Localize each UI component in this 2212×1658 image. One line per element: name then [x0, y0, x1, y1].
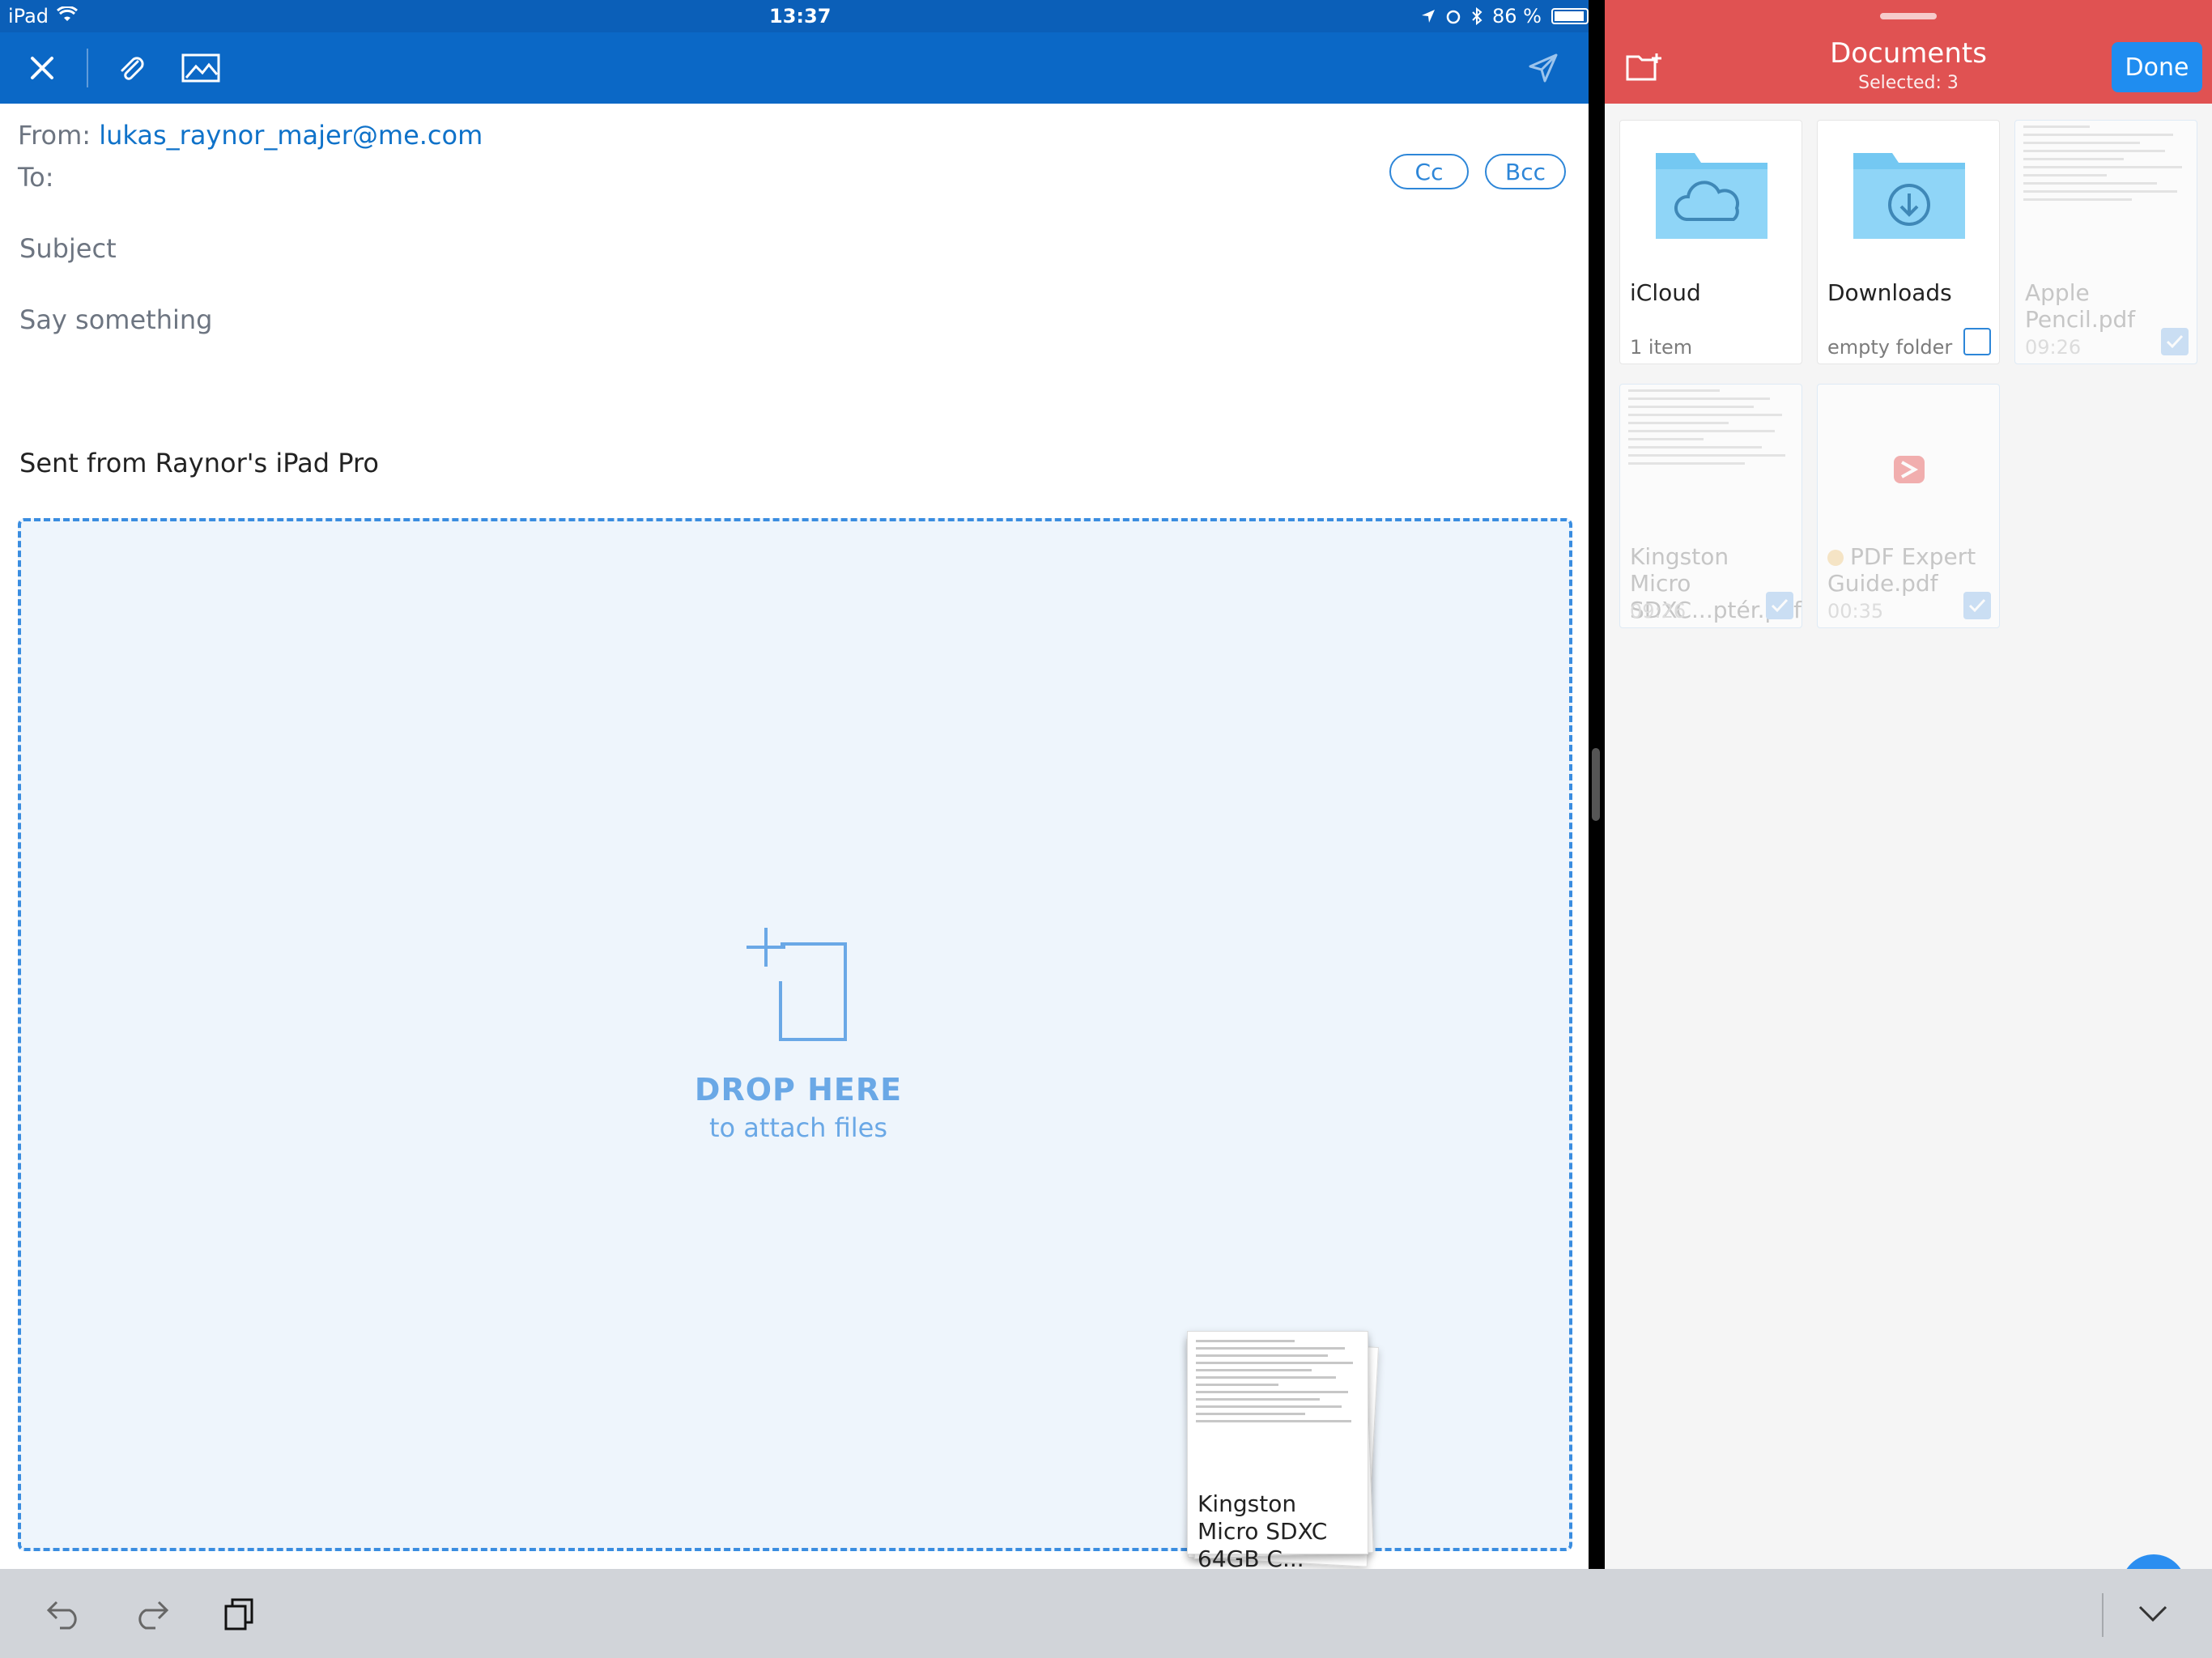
battery-percent: 86 % — [1492, 5, 1542, 28]
toolbar-divider — [87, 49, 88, 87]
to-label[interactable]: To: — [18, 162, 53, 193]
drop-zone[interactable]: DROP HERE to attach files Kingston Micro… — [18, 518, 1572, 1572]
status-left: iPad — [8, 5, 79, 28]
body-field[interactable]: Say something — [19, 304, 212, 335]
checkmark-icon — [1771, 598, 1789, 613]
close-button[interactable] — [21, 47, 63, 89]
status-bar: iPad 13:37 86 % — [0, 0, 1592, 32]
split-view-handle[interactable] — [1592, 748, 1600, 821]
file-name: iCloud — [1630, 279, 1701, 306]
from-address[interactable]: lukas_raynor_majer@me.com — [99, 120, 483, 151]
download-icon — [1853, 153, 1965, 239]
alarm-icon — [1446, 10, 1461, 24]
status-time: 13:37 — [769, 5, 832, 28]
file-name: Downloads — [1827, 279, 1952, 306]
add-file-icon — [747, 928, 847, 1041]
signature: Sent from Raynor's iPad Pro — [19, 448, 379, 478]
send-icon — [1529, 53, 1558, 83]
file-tile-downloads[interactable]: Downloads empty folder — [1817, 120, 2000, 364]
redo-button[interactable] — [130, 1593, 173, 1634]
paperclip-icon — [121, 57, 144, 80]
subject-field[interactable]: Subject — [19, 233, 117, 264]
tag-dot — [1827, 550, 1844, 566]
file-name: PDF Expert Guide.pdf — [1827, 543, 1993, 597]
file-name-text: PDF Expert Guide.pdf — [1827, 543, 1976, 597]
undo-button[interactable] — [42, 1593, 86, 1634]
select-checkbox[interactable] — [1963, 328, 1991, 355]
pdf-thumbnail — [2023, 125, 2190, 247]
from-label: From: — [18, 120, 91, 151]
cc-button[interactable]: Cc — [1389, 154, 1469, 189]
documents-pane: Documents Selected: 3 Done iCloud 1 item… — [1605, 0, 2212, 1569]
location-icon — [1422, 10, 1436, 23]
file-meta: empty folder — [1827, 336, 1953, 359]
wifi-icon — [57, 5, 79, 28]
checkmark-icon — [2166, 334, 2184, 349]
cloud-icon — [1656, 153, 1767, 239]
close-icon — [31, 57, 53, 79]
pdf-thumbnail — [1628, 389, 1795, 511]
image-icon — [181, 53, 220, 83]
keyboard-shortcut-bar — [0, 1569, 2212, 1658]
bcc-button[interactable]: Bcc — [1485, 154, 1566, 189]
drop-subtitle: to attach files — [708, 1112, 888, 1143]
attach-button[interactable] — [110, 47, 152, 89]
file-meta: 00:35 — [1827, 600, 1884, 623]
file-meta: 1 item — [1630, 336, 1693, 359]
file-tile-apple-pencil[interactable]: Apple Pencil.pdf 09:26 — [2014, 120, 2197, 364]
insert-image-button[interactable] — [180, 47, 222, 89]
dismiss-keyboard-button[interactable] — [2131, 1593, 2175, 1634]
send-button[interactable] — [1522, 47, 1564, 89]
file-tile-icloud[interactable]: iCloud 1 item — [1619, 120, 1802, 364]
bottom-bar-divider — [2102, 1593, 2104, 1637]
select-checkbox[interactable] — [1766, 592, 1793, 619]
dragged-document-label: Kingston Micro SDXC 64GB C... — [1197, 1490, 1328, 1572]
document-sheet: Kingston Micro SDXC 64GB C... — [1187, 1331, 1368, 1572]
from-row[interactable]: From: lukas_raynor_majer@me.com — [18, 120, 483, 151]
select-checkbox[interactable] — [1963, 592, 1991, 619]
paste-button[interactable] — [217, 1593, 261, 1634]
battery-icon — [1551, 8, 1592, 24]
file-tile-pdf-expert-guide[interactable]: PDF Expert Guide.pdf 00:35 — [1817, 384, 2000, 628]
checkmark-icon — [1968, 598, 1986, 613]
drop-title: DROP HERE — [694, 1072, 903, 1107]
bluetooth-icon — [1472, 7, 1482, 25]
file-tile-kingston[interactable]: Kingston Micro SDXC...ptér.pdf 09:26 — [1619, 384, 1802, 628]
undo-icon — [46, 1601, 77, 1630]
dragged-document[interactable]: Kingston Micro SDXC 64GB C... — [1186, 1331, 1380, 1572]
device-label: iPad — [8, 5, 49, 28]
done-button[interactable]: Done — [2112, 42, 2202, 92]
select-checkbox[interactable] — [2161, 328, 2189, 355]
documents-header: Documents Selected: 3 Done — [1605, 0, 2212, 104]
status-right: 86 % — [1421, 5, 1592, 28]
compose-pane: iPad 13:37 86 % From: lukas_raynor_majer… — [0, 0, 1592, 1658]
redo-icon — [138, 1601, 169, 1630]
chevron-down-icon — [2138, 1605, 2167, 1622]
pdf-expert-logo-icon — [1894, 456, 1925, 483]
paste-icon — [224, 1598, 253, 1630]
document-preview — [1196, 1340, 1361, 1477]
file-meta: 09:26 — [1630, 600, 1687, 623]
file-name: Apple Pencil.pdf — [2025, 279, 2136, 333]
compose-toolbar — [0, 32, 1589, 104]
slide-over-grabber[interactable] — [1880, 13, 1937, 19]
file-meta: 09:26 — [2025, 336, 2082, 359]
